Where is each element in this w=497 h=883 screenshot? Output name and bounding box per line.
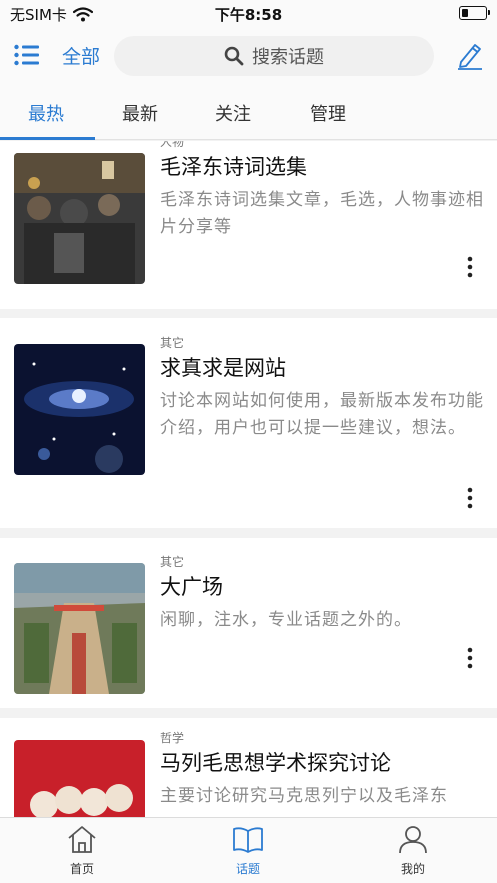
search-icon: [224, 46, 244, 66]
topic-category: 其它: [160, 336, 185, 350]
user-icon: [399, 826, 427, 854]
topic-category: 人物: [160, 141, 185, 149]
topic-card[interactable]: 哲学 马列毛思想学术探究讨论 主要讨论研究马克思列宁以及毛泽东: [0, 718, 497, 817]
battery-icon: [459, 6, 490, 20]
nav-bar: 全部 搜索话题: [0, 28, 497, 84]
topic-card[interactable]: 其它 大广场 闲聊，注水，专业话题之外的。: [0, 538, 497, 708]
tab-manage[interactable]: 管理: [310, 100, 346, 126]
bottom-tab-label: 我的: [400, 862, 425, 876]
topic-card[interactable]: 其它 求真求是网站 讨论本网站如何使用，最新版本发布功能介绍，用户也可以提一些建…: [0, 318, 497, 528]
tab-hottest[interactable]: 最热: [28, 100, 64, 126]
topic-title: 马列毛思想学术探究讨论: [160, 751, 391, 775]
all-categories-button[interactable]: 全部: [62, 42, 100, 69]
bottom-tab-label: 首页: [69, 862, 94, 876]
bottom-tab-bar: 首页 话题 我的: [0, 817, 497, 883]
topic-category: 其它: [160, 555, 185, 569]
topic-category: 哲学: [160, 731, 185, 745]
home-icon: [68, 826, 96, 853]
tab-newest[interactable]: 最新: [122, 100, 158, 126]
pencil-edit-icon[interactable]: [455, 40, 485, 70]
bottom-tab-mine[interactable]: 我的: [363, 824, 463, 877]
topic-thumbnail: [14, 344, 145, 475]
topic-description: 毛泽东诗词选集文章，毛选，人物事迹相片分享等: [160, 190, 484, 237]
topic-card[interactable]: 人物 毛泽东诗词选集 毛泽东诗词选集文章，毛选，人物事迹相片分享等: [0, 141, 497, 309]
search-input[interactable]: 搜索话题: [114, 36, 434, 76]
bottom-tab-label: 话题: [235, 862, 260, 876]
more-options-icon[interactable]: [462, 255, 478, 279]
topic-title: 求真求是网站: [160, 356, 286, 380]
battery-fill: [462, 9, 468, 17]
bottom-tab-topics[interactable]: 话题: [198, 824, 298, 877]
topic-description: 主要讨论研究马克思列宁以及毛泽东: [160, 786, 448, 806]
more-options-icon[interactable]: [462, 646, 478, 670]
list-menu-icon[interactable]: [14, 44, 40, 66]
topic-title: 大广场: [160, 575, 223, 599]
status-bar: 无SIM卡 下午8:58: [0, 0, 497, 28]
topic-tabs: 最热 最新 关注 管理: [0, 84, 497, 140]
topic-description: 讨论本网站如何使用，最新版本发布功能介绍，用户也可以提一些建议，想法。: [160, 391, 484, 438]
status-time: 下午8:58: [214, 6, 283, 24]
open-book-icon: [233, 827, 263, 853]
topic-thumbnail: [14, 740, 145, 817]
active-tab-indicator: [0, 137, 95, 140]
topic-thumbnail: [14, 563, 145, 694]
tab-following[interactable]: 关注: [215, 100, 251, 126]
more-options-icon[interactable]: [462, 486, 478, 510]
topic-list: 人物 毛泽东诗词选集 毛泽东诗词选集文章，毛选，人物事迹相片分享等 其它 求真求…: [0, 141, 497, 817]
topic-title: 毛泽东诗词选集: [160, 155, 307, 179]
search-placeholder: 搜索话题: [252, 47, 324, 68]
topic-thumbnail: [14, 153, 145, 284]
topic-description: 闲聊，注水，专业话题之外的。: [160, 610, 412, 630]
bottom-tab-home[interactable]: 首页: [32, 824, 132, 877]
